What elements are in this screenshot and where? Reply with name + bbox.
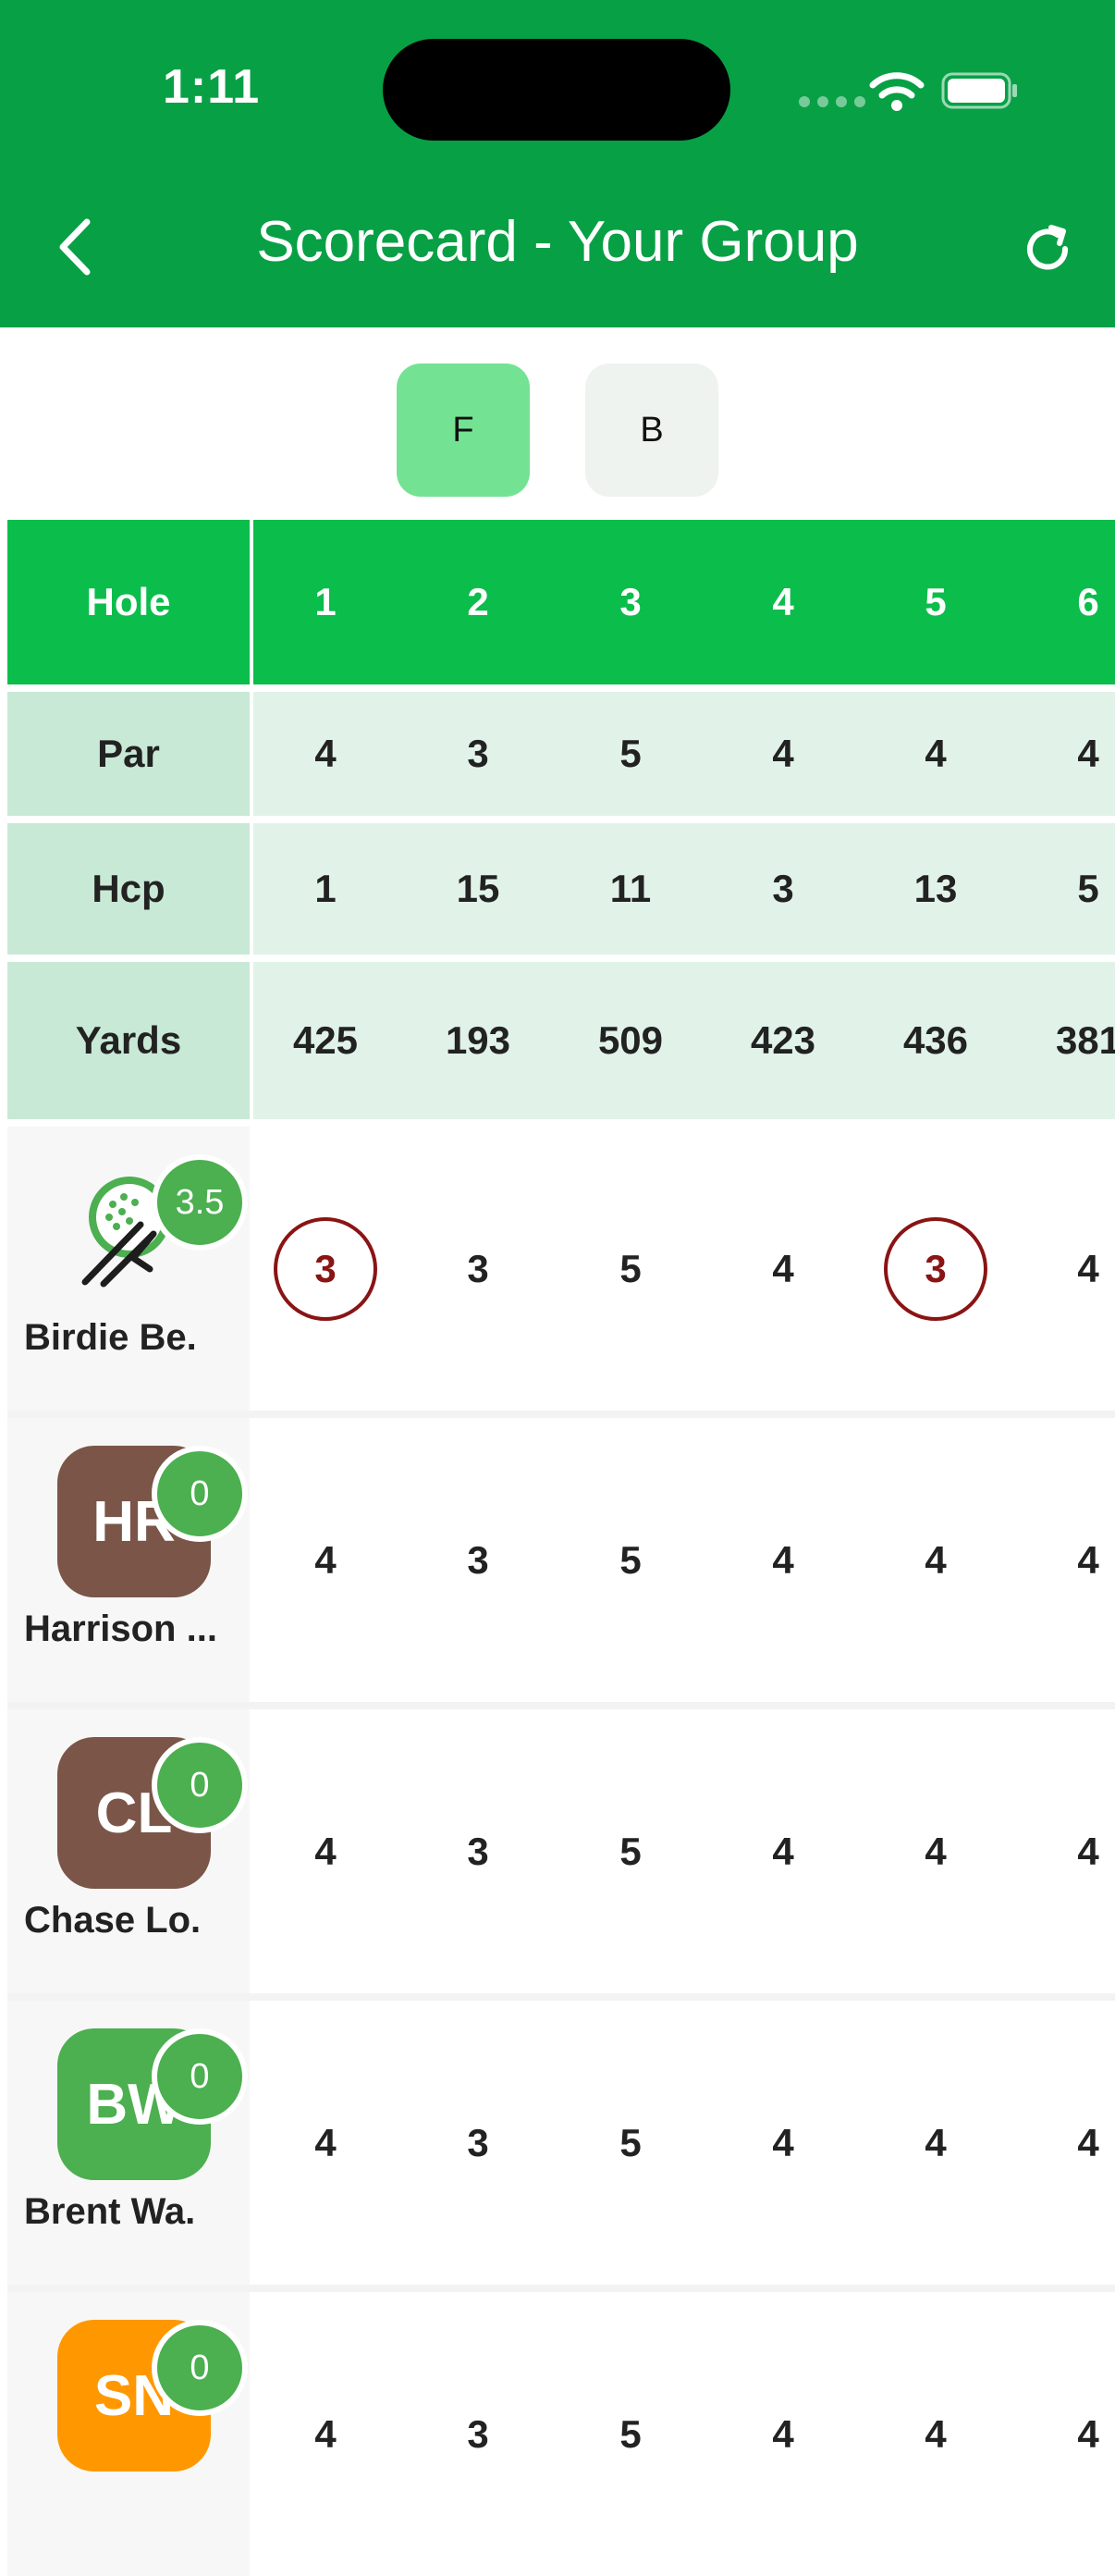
score-cell[interactable]: 4 — [714, 1418, 852, 1702]
score-cell[interactable]: 4 — [866, 1418, 1005, 1702]
par-value: 3 — [467, 732, 489, 775]
score-cell[interactable]: 4 — [1019, 1127, 1115, 1411]
hcp-label: Hcp — [92, 867, 165, 910]
birdie-score-cell[interactable]: 3 — [866, 1127, 1005, 1411]
row-divider — [7, 1993, 1115, 2001]
yards-value: 381 — [1055, 1018, 1115, 1062]
row-divider — [7, 2285, 1115, 2292]
hole-number: 1 — [314, 580, 337, 623]
hcp-value: 1 — [314, 867, 337, 910]
score-cell[interactable]: 3 — [409, 2292, 547, 2576]
birdie-score-cell[interactable]: 3 — [256, 1127, 395, 1411]
hole-number: 5 — [925, 580, 947, 623]
player-name: Chase Lo. — [24, 1900, 202, 1941]
handicap-badge: 3.5 — [152, 1154, 248, 1251]
score-cell[interactable]: 4 — [866, 2001, 1005, 2285]
column-divider — [250, 520, 253, 684]
hole-number: 6 — [1077, 580, 1099, 623]
hcp-value: 13 — [913, 867, 958, 910]
handicap-badge: 0 — [152, 1446, 248, 1542]
hole-number: 4 — [772, 580, 794, 623]
score-cell[interactable]: 4 — [866, 2292, 1005, 2576]
yards-value: 425 — [292, 1018, 359, 1062]
handicap-badge: 0 — [152, 1737, 248, 1833]
front-nine-toggle[interactable]: F — [397, 364, 530, 497]
hole-number: 2 — [467, 580, 489, 623]
score-cell[interactable]: 4 — [1019, 1418, 1115, 1702]
yards-value: 436 — [902, 1018, 969, 1062]
player-name: Birdie Be. — [24, 1317, 197, 1358]
player-name: Brent Wa. — [24, 2191, 196, 2232]
hcp-value: 11 — [609, 867, 652, 910]
yards-value: 423 — [750, 1018, 816, 1062]
dynamic-island — [383, 39, 730, 141]
score-cell[interactable]: 4 — [714, 2292, 852, 2576]
score-cell[interactable]: 5 — [561, 2292, 700, 2576]
par-value: 5 — [619, 732, 642, 775]
row-divider — [7, 1702, 1115, 1709]
back-nine-toggle[interactable]: B — [585, 364, 718, 497]
par-label: Par — [97, 732, 160, 775]
score-cell[interactable]: 5 — [561, 1418, 700, 1702]
score-cell[interactable]: 4 — [714, 1709, 852, 1993]
hcp-value: 15 — [456, 867, 500, 910]
wifi-icon — [869, 72, 925, 111]
score-cell[interactable]: 4 — [256, 1709, 395, 1993]
refresh-icon[interactable] — [1021, 222, 1074, 276]
par-value: 4 — [772, 732, 794, 775]
score-cell[interactable]: 5 — [561, 1709, 700, 1993]
player-name: Harrison ... — [24, 1608, 217, 1649]
status-time: 1:11 — [163, 60, 261, 114]
score-cell[interactable]: 4 — [256, 2001, 395, 2285]
hcp-value: 5 — [1077, 867, 1099, 910]
battery-icon — [941, 72, 1017, 109]
score-cell[interactable]: 3 — [409, 1709, 547, 1993]
handicap-badge: 0 — [152, 2320, 248, 2416]
score-cell[interactable]: 4 — [1019, 1709, 1115, 1993]
score-cell[interactable]: 5 — [561, 1127, 700, 1411]
par-value: 4 — [314, 732, 337, 775]
score-cell[interactable]: 5 — [561, 2001, 700, 2285]
score-cell[interactable]: 4 — [256, 2292, 395, 2576]
app-header: 1:11 Scorecard - Your Group — [0, 0, 1115, 327]
score-cell[interactable]: 4 — [1019, 2292, 1115, 2576]
score-cell[interactable]: 4 — [714, 1127, 852, 1411]
hole-number: 3 — [619, 580, 642, 623]
birdie-circle: 3 — [884, 1216, 987, 1321]
score-cell[interactable]: 3 — [409, 1418, 547, 1702]
par-value: 4 — [1077, 732, 1099, 775]
score-cell[interactable]: 4 — [256, 1418, 395, 1702]
par-value: 4 — [925, 732, 947, 775]
birdie-circle: 3 — [274, 1216, 377, 1321]
cellular-signal-icon — [799, 96, 865, 107]
page-title: Scorecard - Your Group — [256, 210, 859, 274]
score-cell[interactable]: 4 — [714, 2001, 852, 2285]
yards-label: Yards — [75, 1018, 182, 1062]
score-cell[interactable]: 3 — [409, 2001, 547, 2285]
handicap-badge: 0 — [152, 2028, 248, 2125]
score-cell[interactable]: 3 — [409, 1127, 547, 1411]
row-divider — [7, 1411, 1115, 1418]
score-cell[interactable]: 4 — [1019, 2001, 1115, 2285]
hcp-value: 3 — [772, 867, 794, 910]
yards-value: 509 — [597, 1018, 664, 1062]
score-cell[interactable]: 4 — [866, 1709, 1005, 1993]
hole-label: Hole — [86, 580, 171, 623]
yards-value: 193 — [445, 1018, 511, 1062]
